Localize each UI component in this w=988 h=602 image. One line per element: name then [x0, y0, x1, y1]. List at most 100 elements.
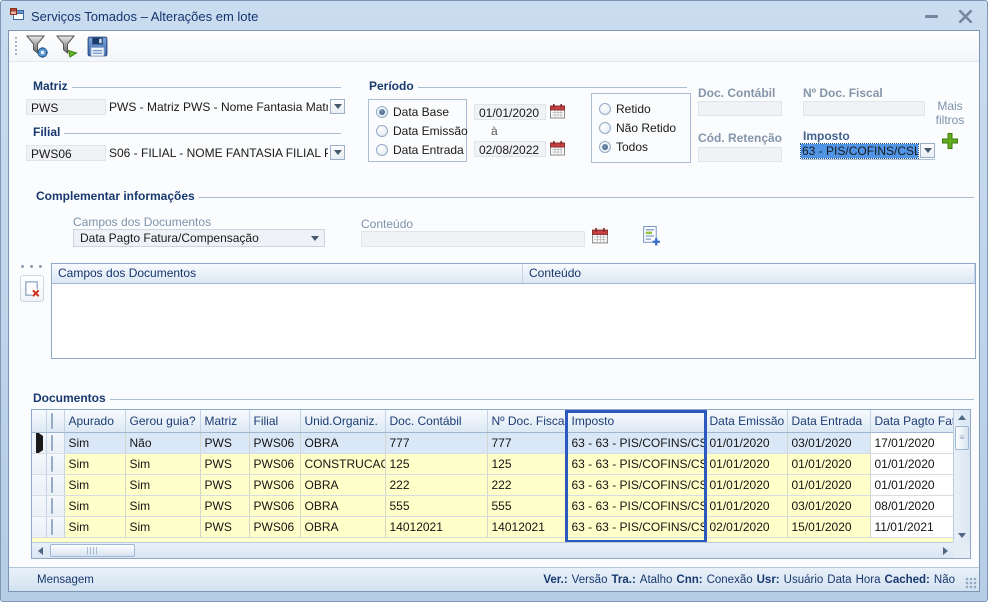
cell-data-emiss-o[interactable]: 01/01/2020 [705, 495, 787, 516]
cell-unid-organiz[interactable]: OBRA [300, 474, 385, 495]
drag-handle-icon[interactable]: • • • [17, 263, 47, 271]
column-header-doc-cont-bil[interactable]: Doc. Contábil [385, 410, 487, 432]
radio-todos[interactable]: Todos [599, 140, 683, 154]
toolbar-grip[interactable] [13, 35, 18, 57]
close-button[interactable] [951, 8, 979, 26]
column-header-conteudo[interactable]: Conteúdo [523, 264, 975, 283]
cell-doc-cont-bil[interactable]: 125 [385, 453, 487, 474]
conteudo-field[interactable] [361, 231, 585, 247]
radio-nao-retido[interactable]: Não Retido [599, 121, 683, 135]
cell-apurado[interactable]: Sim [64, 432, 125, 453]
table-row[interactable]: SimSimPWSPWS06OBRA55555563 - 63 - PIS/CO… [32, 495, 953, 516]
cell-imposto[interactable]: 63 - 63 - PIS/COFINS/CSLL [567, 495, 705, 516]
cell-n-doc-fiscal[interactable]: 222 [487, 474, 567, 495]
cell-unid-organiz[interactable]: OBRA [300, 432, 385, 453]
horizontal-scrollbar[interactable]: |||| [32, 542, 953, 558]
column-header-campos[interactable]: Campos dos Documentos [52, 264, 523, 283]
scroll-up-button[interactable] [954, 410, 970, 425]
cell-data-pagto-fatu[interactable]: 01/01/2020 [870, 453, 953, 474]
cell-data-pagto-fatu[interactable]: 01/01/2020 [870, 474, 953, 495]
column-header-data-emiss-o[interactable]: Data Emissão [705, 410, 787, 432]
cell-data-pagto-fatu[interactable]: 11/01/2021 [870, 516, 953, 537]
chevron-down-icon[interactable] [330, 99, 345, 114]
cell-gerou-guia[interactable]: Sim [125, 474, 200, 495]
table-row[interactable]: SimSimPWSPWS06CONSTRUCAO12512563 - 63 - … [32, 453, 953, 474]
cell-data-entrada[interactable]: 01/01/2020 [787, 453, 870, 474]
calendar-icon[interactable] [591, 227, 609, 248]
resize-grip[interactable] [965, 577, 977, 589]
cell-matriz[interactable]: PWS [200, 495, 249, 516]
cell-data-entrada[interactable]: 15/01/2020 [787, 516, 870, 537]
checkbox-icon[interactable] [51, 498, 53, 514]
cell-data-emiss-o[interactable]: 01/01/2020 [705, 453, 787, 474]
cell-matriz[interactable]: PWS [200, 453, 249, 474]
table-row[interactable]: SimNãoPWSPWS06OBRA77777763 - 63 - PIS/CO… [32, 432, 953, 453]
cell-imposto[interactable]: 63 - 63 - PIS/COFINS/CSLL [567, 516, 705, 537]
cell-matriz[interactable]: PWS [200, 516, 249, 537]
minimize-button[interactable] [917, 8, 945, 26]
calendar-icon[interactable] [549, 103, 566, 123]
checkbox-icon[interactable] [51, 477, 53, 493]
cell-data-pagto-fatu[interactable]: 17/01/2020 [870, 432, 953, 453]
cell-filial[interactable]: PWS06 [249, 474, 300, 495]
row-indicator[interactable] [32, 432, 46, 453]
campos-documentos-combo[interactable]: Data Pagto Fatura/Compensação [73, 229, 325, 247]
checkbox-icon[interactable] [51, 456, 53, 472]
cell-data-emiss-o[interactable]: 01/01/2020 [705, 474, 787, 495]
select-all-checkbox[interactable] [46, 410, 64, 432]
scroll-down-button[interactable] [954, 528, 970, 543]
campos-grid-body[interactable] [52, 284, 975, 358]
cell-unid-organiz[interactable]: CONSTRUCAO [300, 453, 385, 474]
cell-filial[interactable]: PWS06 [249, 516, 300, 537]
filial-code-field[interactable]: PWS06 [26, 145, 106, 161]
checkbox-icon[interactable] [51, 413, 53, 429]
column-header-imposto[interactable]: Imposto [567, 410, 705, 432]
cell-data-pagto-fatu[interactable]: 08/01/2020 [870, 495, 953, 516]
row-checkbox[interactable] [46, 432, 64, 453]
cell-unid-organiz[interactable]: OBRA [300, 495, 385, 516]
cell-imposto[interactable]: 63 - 63 - PIS/COFINS/CSLL [567, 432, 705, 453]
column-header-n-doc-fiscal[interactable]: Nº Doc. Fiscal [487, 410, 567, 432]
cell-apurado[interactable]: Sim [64, 495, 125, 516]
row-indicator-header[interactable] [32, 410, 46, 432]
date-from-field[interactable]: 01/01/2020 [474, 104, 546, 120]
scroll-right-button[interactable] [937, 543, 953, 558]
row-checkbox[interactable] [46, 453, 64, 474]
vertical-scroll-thumb[interactable]: ≡ [955, 426, 969, 450]
table-row[interactable]: SimSimPWSPWS06OBRA22222263 - 63 - PIS/CO… [32, 474, 953, 495]
row-checkbox[interactable] [46, 516, 64, 537]
filter-config-button[interactable] [22, 33, 52, 60]
date-to-field[interactable]: 02/08/2022 [474, 141, 546, 157]
cell-matriz[interactable]: PWS [200, 432, 249, 453]
cell-imposto[interactable]: 63 - 63 - PIS/COFINS/CSLL [567, 453, 705, 474]
cell-imposto[interactable]: 63 - 63 - PIS/COFINS/CSLL [567, 474, 705, 495]
radio-data-entrada[interactable]: Data Entrada [376, 143, 459, 157]
row-indicator[interactable] [32, 453, 46, 474]
vertical-scrollbar[interactable]: ≡ [953, 410, 970, 543]
cell-gerou-guia[interactable]: Sim [125, 453, 200, 474]
filter-apply-button[interactable] [52, 33, 82, 60]
cell-gerou-guia[interactable]: Não [125, 432, 200, 453]
radio-data-emissao[interactable]: Data Emissão [376, 124, 459, 138]
cell-data-entrada[interactable]: 01/01/2020 [787, 474, 870, 495]
cell-data-emiss-o[interactable]: 02/01/2020 [705, 516, 787, 537]
table-row[interactable]: SimSimPWSPWS06OBRA140120211401202163 - 6… [32, 516, 953, 537]
column-header-gerou-guia[interactable]: Gerou guia? [125, 410, 200, 432]
column-header-data-entrada[interactable]: Data Entrada [787, 410, 870, 432]
column-header-unid-organiz[interactable]: Unid.Organiz. [300, 410, 385, 432]
cell-filial[interactable]: PWS06 [249, 453, 300, 474]
row-indicator[interactable] [32, 516, 46, 537]
column-header-data-pagto-fatu[interactable]: Data Pagto Fatu [870, 410, 953, 432]
row-checkbox[interactable] [46, 495, 64, 516]
row-indicator[interactable] [32, 474, 46, 495]
doc-contabil-field[interactable] [698, 101, 782, 116]
cell-data-entrada[interactable]: 03/01/2020 [787, 432, 870, 453]
matriz-combo[interactable]: PWS - Matriz PWS - Nome Fantasia Matriz … [109, 99, 345, 114]
cell-apurado[interactable]: Sim [64, 516, 125, 537]
radio-retido[interactable]: Retido [599, 102, 683, 116]
num-doc-fiscal-field[interactable] [803, 101, 925, 116]
cell-doc-cont-bil[interactable]: 555 [385, 495, 487, 516]
cell-n-doc-fiscal[interactable]: 555 [487, 495, 567, 516]
cell-n-doc-fiscal[interactable]: 125 [487, 453, 567, 474]
cod-retencao-field[interactable] [698, 147, 782, 162]
